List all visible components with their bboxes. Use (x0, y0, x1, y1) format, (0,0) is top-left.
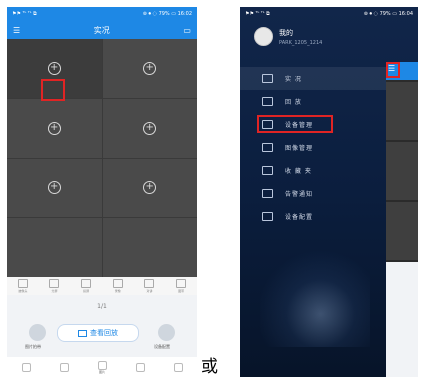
underlying-cell (386, 82, 418, 140)
user-account: PARK_1205_1214 (279, 39, 323, 46)
snapshot-label: 图片拍带 (25, 344, 41, 349)
chat-icon (262, 189, 273, 198)
add-channel-icon[interactable]: + (143, 121, 157, 135)
playback-icon (78, 329, 87, 337)
toolbar-item[interactable]: 录像 (112, 279, 123, 293)
toolbar-item[interactable]: 披像头 (17, 279, 28, 293)
folder-icon (262, 143, 273, 152)
underlying-cell (386, 202, 418, 260)
settings-icon (262, 212, 273, 221)
toolbar-item[interactable]: 对讲 (144, 279, 155, 293)
user-name: 我的 (279, 28, 293, 37)
add-channel-icon[interactable]: + (47, 61, 61, 75)
menu-item-device-config[interactable]: 设备配置 (240, 205, 386, 228)
split-icon (49, 279, 60, 288)
title-bar: ☰ 实况 ▭ (7, 21, 197, 39)
view-playback-button[interactable]: 查看回放 (57, 324, 139, 342)
video-icon (135, 362, 145, 372)
add-channel-icon[interactable]: + (143, 181, 157, 195)
image-icon (97, 360, 107, 370)
talk-icon (144, 279, 155, 288)
monitor-icon (262, 74, 273, 83)
record-icon (112, 279, 123, 288)
playback-label: 查看回放 (90, 329, 118, 337)
expand-icon (176, 279, 187, 288)
menu-item-playback[interactable]: 回 放 (240, 90, 386, 113)
bottom-nav-bar: 图片 (7, 357, 197, 377)
live-view-grid: + + + + + + (7, 39, 197, 277)
status-bar: ⚑⚑ ᵀᴸ ᵀᴸ ⧉ ⊚ ⏺ ◌ 79% ▭ 16:02 (7, 7, 197, 21)
live-view-cell[interactable]: + (102, 158, 197, 218)
drawer-menu: 实 况 回 放 设备管理 图像管理 收 藏 夹 告警通知 设备配置 (240, 67, 386, 228)
star-icon (262, 166, 273, 175)
nav-item[interactable] (59, 362, 69, 372)
avatar (254, 27, 273, 46)
live-view-cell[interactable]: + (102, 98, 197, 158)
underlying-bottom-area (386, 262, 418, 377)
close-icon (173, 362, 183, 372)
live-toolbar: 披像头 分屏 投屏 录像 对讲 图带 (7, 277, 197, 295)
live-view-cell[interactable]: + (102, 39, 197, 98)
status-left-text: ⚑⚑ ᵀᴸ ᵀᴸ ⧉ (12, 11, 37, 17)
toolbar-item[interactable]: 分屏 (49, 279, 60, 293)
menu-item-favorites[interactable]: 收 藏 夹 (240, 159, 386, 182)
add-channel-icon[interactable]: + (47, 121, 61, 135)
underlying-cell (386, 142, 418, 200)
nav-item[interactable]: 图片 (97, 360, 107, 374)
nav-item[interactable] (173, 362, 183, 372)
screen-icon (81, 279, 92, 288)
page-title: 实况 (93, 25, 110, 35)
hamburger-menu-icon[interactable]: ☰ (13, 26, 20, 35)
highlight-add-box (41, 79, 65, 101)
highlight-menu-box (386, 62, 400, 78)
right-phone-screenshot: ⚑⚑ ᵀᴸ ᵀᴸ ⧉ ⊚ ⏺ ◌ 79% ▭ 16:04 我的 PARK_120… (240, 7, 418, 377)
user-profile[interactable]: 我的 PARK_1205_1214 (254, 27, 322, 46)
or-label: 或 (201, 357, 218, 377)
decorative-light-glow (260, 237, 370, 347)
add-channel-icon[interactable]: + (143, 61, 157, 75)
nav-item[interactable] (21, 362, 31, 372)
bottom-controls: 图片拍带 查看回放 设备配置 (7, 323, 197, 353)
home-icon (21, 362, 31, 372)
nav-item[interactable] (135, 362, 145, 372)
cast-icon[interactable]: ▭ (183, 26, 191, 35)
ptz-icon (59, 362, 69, 372)
add-channel-icon[interactable]: + (47, 181, 61, 195)
menu-item-image-management[interactable]: 图像管理 (240, 136, 386, 159)
page-indicator: 1/1 (97, 303, 107, 310)
live-view-cell[interactable] (102, 218, 197, 277)
status-right-text: ⊚ ⏺ ◌ 79% ▭ 16:04 (363, 11, 413, 17)
toolbar-item[interactable]: 图带 (176, 279, 187, 293)
highlight-device-management-box (257, 115, 333, 133)
device-config-button[interactable] (158, 324, 175, 341)
status-left-text: ⚑⚑ ᵀᴸ ᵀᴸ ⧉ (245, 11, 270, 17)
live-view-cell[interactable] (7, 218, 102, 277)
toolbar-item[interactable]: 投屏 (81, 279, 92, 293)
device-config-label: 设备配置 (154, 344, 170, 349)
status-bar: ⚑⚑ ᵀᴸ ᵀᴸ ⧉ ⊚ ⏺ ◌ 79% ▭ 16:04 (240, 7, 418, 21)
menu-item-live[interactable]: 实 况 (240, 67, 386, 90)
status-right-text: ⊚ ⏺ ◌ 79% ▭ 16:02 (142, 11, 192, 17)
live-view-cell[interactable]: + (7, 158, 102, 218)
left-phone-screenshot: ⚑⚑ ᵀᴸ ᵀᴸ ⧉ ⊚ ⏺ ◌ 79% ▭ 16:02 ☰ 实况 ▭ + + … (7, 7, 197, 377)
camera-icon (17, 279, 28, 288)
film-icon (262, 97, 273, 106)
live-view-cell[interactable]: + (7, 98, 102, 158)
snapshot-button[interactable] (29, 324, 46, 341)
menu-item-alarm-notifications[interactable]: 告警通知 (240, 182, 386, 205)
